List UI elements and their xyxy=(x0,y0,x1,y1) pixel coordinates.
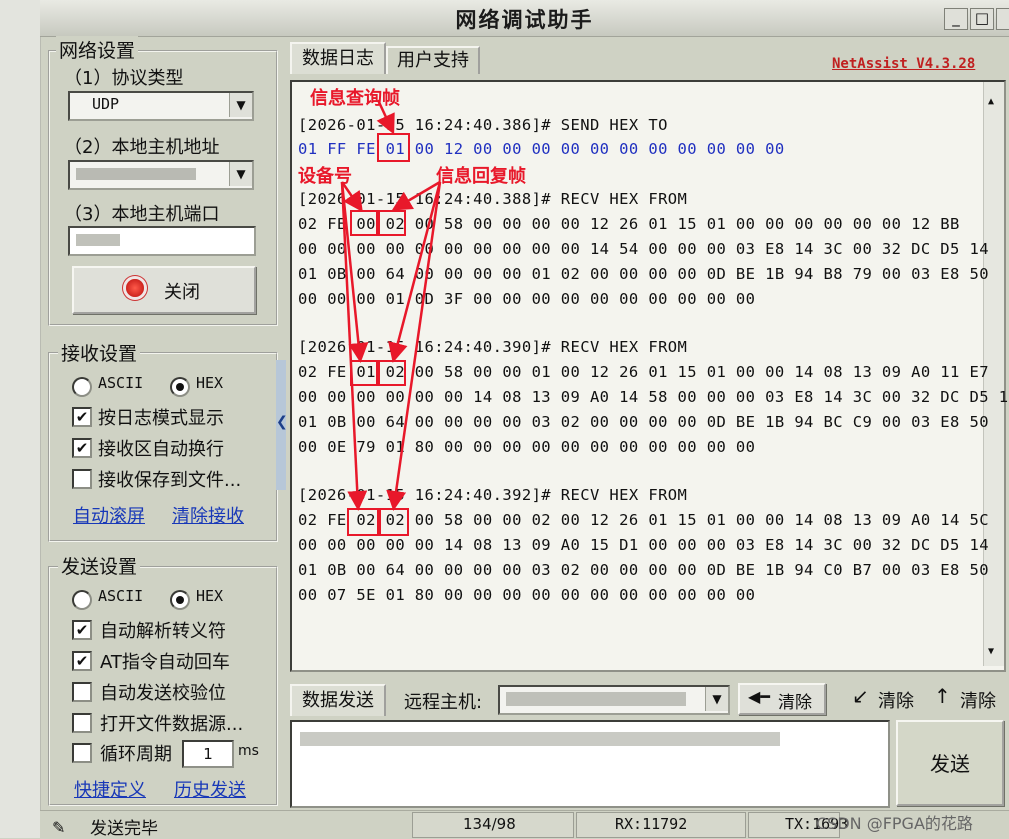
send-button[interactable]: 发送 xyxy=(896,720,1004,806)
clear-send-button[interactable]: 清除 xyxy=(960,687,996,713)
status-icon: ✎ xyxy=(52,818,66,837)
status-counter-cell: 134/98 xyxy=(412,812,574,838)
blurred-remote-host xyxy=(506,692,686,706)
arrow xyxy=(376,99,395,135)
remote-host-select[interactable]: ▼ xyxy=(498,685,730,715)
clear-remote-button[interactable]: ◀━ 清除 xyxy=(738,683,826,715)
blurred-send-data xyxy=(300,732,780,746)
remote-host-label: 远程主机: xyxy=(404,692,483,713)
status-counter: 134/98 xyxy=(463,815,516,833)
arrow-left-icon: ◀━ xyxy=(748,687,770,706)
status-message: 发送完毕 xyxy=(90,819,158,839)
send-input-area[interactable] xyxy=(290,720,890,808)
clear-label: 清除 xyxy=(778,693,812,713)
status-rx-cell: RX:11792 xyxy=(576,812,746,838)
arrow xyxy=(386,181,442,511)
up-arrow-icon[interactable]: ↑ xyxy=(934,684,951,708)
watermark: CSDN @FPGA的花路 xyxy=(816,814,973,833)
send-label: 发送 xyxy=(930,752,970,776)
tab-data-send[interactable]: 数据发送 xyxy=(290,684,386,716)
return-arrow-icon[interactable]: ↙ xyxy=(852,684,869,708)
clear-history-button[interactable]: 清除 xyxy=(878,687,914,713)
status-rx: RX:11792 xyxy=(615,815,688,833)
arrow xyxy=(388,181,442,363)
arrow xyxy=(340,181,368,511)
chevron-down-icon: ▼ xyxy=(705,687,728,711)
arrow xyxy=(340,181,369,363)
